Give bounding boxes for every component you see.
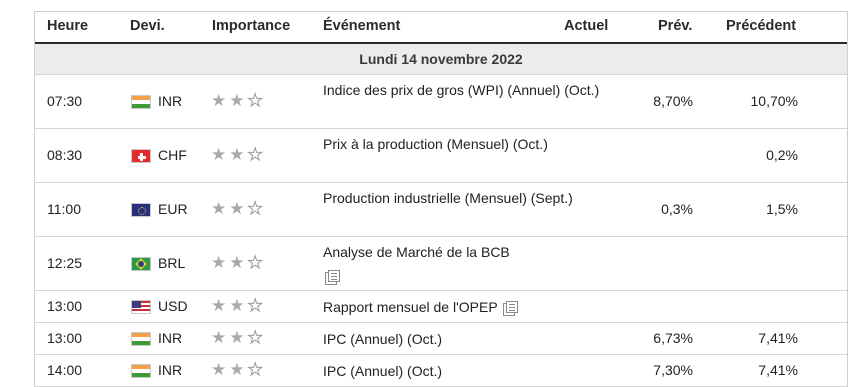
event-time: 07:30 xyxy=(47,93,83,109)
header-currency[interactable]: Devi. xyxy=(130,18,165,34)
star-empty-icon: ★ xyxy=(247,91,266,111)
india-flag-icon xyxy=(131,364,151,378)
star-filled-icon: ★ xyxy=(211,328,230,347)
event-name-text[interactable]: IPC (Annuel) (Oct.) xyxy=(323,331,442,347)
event-time: 13:00 xyxy=(47,298,83,314)
event-previous: 7,41% xyxy=(758,330,798,346)
importance-stars: ★★★ xyxy=(211,145,266,165)
star-empty-icon: ★ xyxy=(247,296,266,316)
table-row[interactable]: 13:00 INR ★★★ IPC (Annuel) (Oct.) 6,73% 7,41% xyxy=(35,323,847,355)
event-name-text[interactable]: Indice des prix de gros (WPI) (Annuel) (… xyxy=(323,82,599,98)
table-row[interactable]: 08:30 CHF ★★★ Prix à la production (Mensuel… xyxy=(35,129,847,183)
event-previous: 1,5% xyxy=(766,201,798,217)
star-filled-icon: ★ xyxy=(229,328,248,347)
event-name-text[interactable]: IPC (Annuel) (Oct.) xyxy=(323,363,442,379)
event-currency: BRL xyxy=(158,255,186,271)
event-name[interactable]: Analyse de Marché de la BCB xyxy=(323,240,563,288)
importance-stars: ★★★ xyxy=(211,328,266,348)
document-icon[interactable] xyxy=(325,270,340,285)
event-name[interactable]: IPC (Annuel) (Oct.) xyxy=(323,327,563,351)
table-row[interactable]: 12:25 BRL ★★★ Analyse de Marché de la BCB xyxy=(35,237,847,291)
event-time: 08:30 xyxy=(47,147,83,163)
brazil-flag-icon xyxy=(131,257,151,271)
event-forecast: 6,73% xyxy=(653,330,693,346)
switzerland-flag-icon xyxy=(131,149,151,163)
star-filled-icon: ★ xyxy=(229,253,248,272)
header-forecast[interactable]: Prév. xyxy=(658,18,692,34)
event-currency: CHF xyxy=(158,147,187,163)
star-empty-icon: ★ xyxy=(247,145,266,165)
star-empty-icon: ★ xyxy=(247,253,266,273)
event-forecast: 7,30% xyxy=(653,362,693,378)
event-currency: EUR xyxy=(158,201,188,217)
event-time: 11:00 xyxy=(47,201,81,217)
event-time: 13:00 xyxy=(47,330,83,346)
india-flag-icon xyxy=(131,332,151,346)
event-name-text[interactable]: Rapport mensuel de l'OPEP xyxy=(323,299,497,315)
star-empty-icon: ★ xyxy=(247,199,266,219)
table-header: Heure Devi. Importance Événement Actuel … xyxy=(35,12,847,44)
event-name-text[interactable]: Prix à la production (Mensuel) (Oct.) xyxy=(323,136,548,152)
header-time[interactable]: Heure xyxy=(47,18,88,34)
event-currency: INR xyxy=(158,362,183,378)
event-time: 14:00 xyxy=(47,362,83,378)
table-row[interactable]: 13:00 USD ★★★ Rapport mensuel de l'OPEP xyxy=(35,291,847,323)
event-name[interactable]: Production industrielle (Mensuel) (Sept.… xyxy=(323,186,573,210)
event-previous: 7,41% xyxy=(758,362,798,378)
importance-stars: ★★★ xyxy=(211,253,266,273)
event-forecast: 0,3% xyxy=(661,201,693,217)
star-filled-icon: ★ xyxy=(229,360,248,379)
star-empty-icon: ★ xyxy=(247,360,266,380)
star-filled-icon: ★ xyxy=(211,253,230,272)
event-name[interactable]: Indice des prix de gros (WPI) (Annuel) (… xyxy=(323,78,599,102)
star-filled-icon: ★ xyxy=(211,360,230,379)
star-filled-icon: ★ xyxy=(229,296,248,315)
event-previous: 0,2% xyxy=(766,147,798,163)
event-name-text[interactable]: Analyse de Marché de la BCB xyxy=(323,244,510,260)
table-row[interactable]: 14:00 INR ★★★ IPC (Annuel) (Oct.) 7,30% 7,41% xyxy=(35,355,847,387)
india-flag-icon xyxy=(131,95,151,109)
document-icon[interactable] xyxy=(503,301,519,316)
eu-flag-icon xyxy=(131,203,151,217)
star-filled-icon: ★ xyxy=(229,145,248,164)
table-row[interactable]: 07:30 INR ★★★ Indice des prix de gros (WPI)… xyxy=(35,75,847,129)
star-filled-icon: ★ xyxy=(229,199,248,218)
importance-stars: ★★★ xyxy=(211,296,266,316)
star-filled-icon: ★ xyxy=(211,145,230,164)
star-filled-icon: ★ xyxy=(229,91,248,110)
day-separator: Lundi 14 novembre 2022 xyxy=(35,44,847,75)
usa-flag-icon xyxy=(131,300,151,314)
header-importance[interactable]: Importance xyxy=(212,18,290,34)
event-previous: 10,70% xyxy=(750,93,798,109)
event-currency: INR xyxy=(158,93,183,109)
importance-stars: ★★★ xyxy=(211,91,266,111)
star-filled-icon: ★ xyxy=(211,199,230,218)
importance-stars: ★★★ xyxy=(211,360,266,380)
event-currency: USD xyxy=(158,298,188,314)
event-name[interactable]: Rapport mensuel de l'OPEP xyxy=(323,295,563,319)
star-empty-icon: ★ xyxy=(247,328,266,348)
event-name-text[interactable]: Production industrielle (Mensuel) (Sept.… xyxy=(323,190,573,206)
event-name[interactable]: Prix à la production (Mensuel) (Oct.) xyxy=(323,132,563,156)
table-row[interactable]: 11:00 EUR ★★★ Production industrielle (Mens… xyxy=(35,183,847,237)
event-time: 12:25 xyxy=(47,255,83,271)
event-forecast: 8,70% xyxy=(653,93,693,109)
economic-calendar-table: Heure Devi. Importance Événement Actuel … xyxy=(34,11,848,387)
star-filled-icon: ★ xyxy=(211,296,230,315)
importance-stars: ★★★ xyxy=(211,199,266,219)
event-name[interactable]: IPC (Annuel) (Oct.) xyxy=(323,359,563,383)
event-rows: 07:30 INR ★★★ Indice des prix de gros (WPI)… xyxy=(35,75,847,387)
star-filled-icon: ★ xyxy=(211,91,230,110)
header-actual[interactable]: Actuel xyxy=(564,18,608,34)
header-previous[interactable]: Précédent xyxy=(726,18,796,34)
header-event[interactable]: Événement xyxy=(323,18,400,34)
event-currency: INR xyxy=(158,330,183,346)
